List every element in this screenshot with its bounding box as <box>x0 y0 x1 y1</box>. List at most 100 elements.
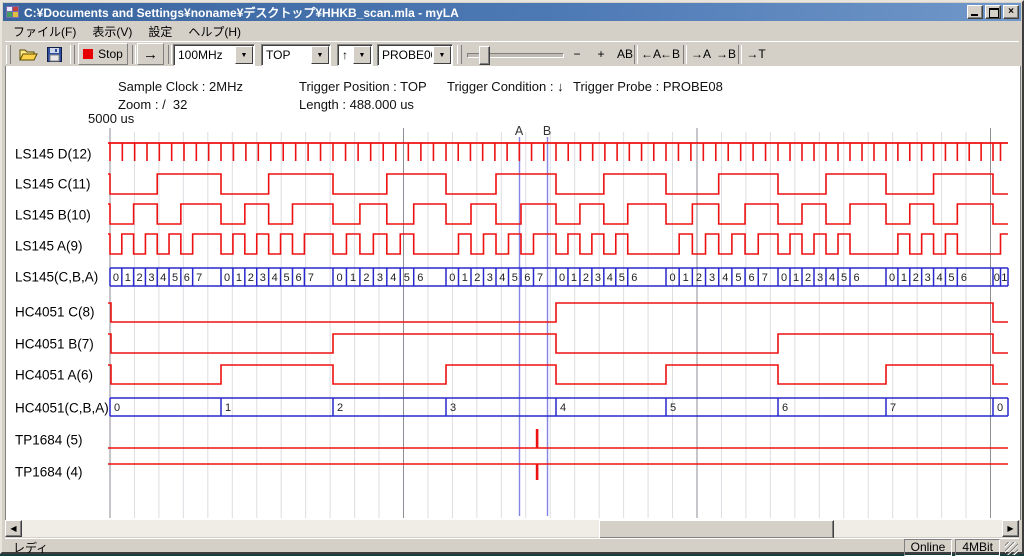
tp1684-5-pulse <box>536 429 539 448</box>
bus-ls145-value: 6 <box>524 272 530 284</box>
cursor-a-label: A <box>515 124 524 138</box>
trigger-edge-combo[interactable]: ↑ ▼ <box>337 44 373 66</box>
bus-ls145-value: 3 <box>925 272 931 284</box>
bus-ls145-value: 3 <box>595 272 601 284</box>
close-button[interactable]: × <box>1003 5 1019 19</box>
toolbar-separator <box>168 45 172 64</box>
resize-grip[interactable] <box>1005 542 1018 555</box>
set-cursor-a-button[interactable]: →A <box>688 43 714 65</box>
bus-ls145-value: 0 <box>559 272 565 284</box>
scroll-left-icon: ◀ <box>10 524 16 533</box>
goto-cursor-b-button[interactable]: ←B <box>657 43 683 65</box>
signal-label: HC4051(C,B,A) <box>15 401 109 416</box>
trigger-probe-combo[interactable]: PROBE00 ▼ <box>377 44 453 66</box>
bus-ls145-value: 1 <box>1001 272 1007 284</box>
toolbar-grip[interactable] <box>70 45 75 64</box>
bus-ls145-value: 2 <box>805 272 811 284</box>
horizontal-scrollbar[interactable]: ◀ ▶ <box>5 520 1019 537</box>
bus-ls145-value: 2 <box>137 272 143 284</box>
bus-ls145-value: 4 <box>160 272 166 284</box>
bus-ls145-value: 0 <box>113 272 119 284</box>
zoom-in-button[interactable]: + <box>591 43 611 65</box>
dropdown-arrow-icon[interactable]: ▼ <box>235 46 253 64</box>
bus-hc4051-value: 4 <box>560 402 566 414</box>
bus-hc4051-value: 5 <box>670 402 676 414</box>
trigger-position-value: TOP <box>262 48 310 62</box>
tp1684-4-pulse <box>536 464 539 480</box>
run-arrow-icon: → <box>143 46 158 63</box>
bus-hc4051-value: 0 <box>114 402 120 414</box>
bus-ls145-value: 4 <box>607 272 613 284</box>
bus-ls145-value: 6 <box>417 272 423 284</box>
scroll-left-button[interactable]: ◀ <box>5 520 22 537</box>
menu-settings[interactable]: 設定 <box>140 21 180 43</box>
bus-ls145-value: 6 <box>854 272 860 284</box>
dropdown-arrow-icon[interactable]: ▼ <box>433 46 451 64</box>
open-folder-icon <box>19 47 38 62</box>
trigger-position-combo[interactable]: TOP ▼ <box>261 44 331 66</box>
floppy-disk-icon <box>47 47 62 62</box>
goto-trigger-button[interactable]: →T <box>743 43 769 65</box>
sample-clock-combo[interactable]: 100MHz ▼ <box>173 44 255 66</box>
bus-ls145-value: 1 <box>462 272 468 284</box>
signal-label: LS145 C(11) <box>15 177 91 192</box>
bus-ls145-value: 0 <box>224 272 230 284</box>
save-file-button[interactable] <box>42 43 66 65</box>
signal-label: TP1684 (5) <box>15 433 83 448</box>
dropdown-arrow-icon[interactable]: ▼ <box>353 46 371 64</box>
bus-ls145-value: 7 <box>762 272 768 284</box>
toolbar-separator <box>738 45 742 64</box>
bus-ls145-value: 0 <box>449 272 455 284</box>
bus-ls145-value: 2 <box>363 272 369 284</box>
menu-file[interactable]: ファイル(F) <box>5 21 84 43</box>
open-file-button[interactable] <box>16 43 40 65</box>
trigger-edge-value: ↑ <box>338 48 352 62</box>
bus-ls145-value: 7 <box>308 272 314 284</box>
stop-button[interactable]: Stop <box>78 43 128 65</box>
cursor-b-label: B <box>543 124 551 138</box>
run-button[interactable]: → <box>137 43 164 65</box>
minimize-button[interactable] <box>967 5 983 19</box>
bus-ls145-value: 2 <box>913 272 919 284</box>
bus-ls145-value: 1 <box>901 272 907 284</box>
signal-label: LS145 B(10) <box>15 208 91 223</box>
toolbar-grip[interactable] <box>6 45 11 64</box>
trigger-probe-value: PROBE00 <box>378 48 432 62</box>
scroll-right-button[interactable]: ▶ <box>1002 520 1019 537</box>
bus-ls145-value: 4 <box>272 272 278 284</box>
bus-ls145-value: 6 <box>749 272 755 284</box>
maximize-button[interactable] <box>985 5 1001 19</box>
status-online-panel: Online <box>904 539 953 556</box>
bus-ls145-value: 3 <box>817 272 823 284</box>
menu-help[interactable]: ヘルプ(H) <box>180 21 249 43</box>
dropdown-arrow-icon[interactable]: ▼ <box>311 46 329 64</box>
toolbar-separator <box>683 45 687 64</box>
zoom-slider-thumb[interactable] <box>479 46 490 65</box>
bus-ls145-value: 6 <box>961 272 967 284</box>
bus-ls145-value: 4 <box>937 272 943 284</box>
bus-hc4051-value: 3 <box>450 402 456 414</box>
bus-ls145-value: 3 <box>148 272 154 284</box>
bus-ls145-value: 4 <box>390 272 396 284</box>
title-bar: C:¥Documents and Settings¥noname¥デスクトップ¥… <box>3 3 1021 21</box>
toolbar-grip[interactable] <box>457 45 462 64</box>
waveform-hc4051-b <box>108 334 1008 353</box>
bus-ls145-value: 2 <box>474 272 480 284</box>
bus-hc4051-value: 6 <box>782 402 788 414</box>
signal-label: HC4051 C(8) <box>15 305 95 320</box>
menu-view[interactable]: 表示(V) <box>84 21 140 43</box>
bus-ls145-value: 5 <box>619 272 625 284</box>
bus-ls145-value: 7 <box>196 272 202 284</box>
status-bar: レディ Online 4MBit <box>5 538 1019 555</box>
bus-hc4051-value: 0 <box>997 402 1003 414</box>
set-cursor-b-button[interactable]: →B <box>713 43 739 65</box>
zoom-out-button[interactable]: − <box>567 43 587 65</box>
scrollbar-thumb[interactable] <box>599 520 834 539</box>
bus-ls145-value: 5 <box>735 272 741 284</box>
bus-ls145-value: 0 <box>889 272 895 284</box>
bus-ls145-value: 1 <box>793 272 799 284</box>
bus-ls145-value: 1 <box>236 272 242 284</box>
waveform-hc4051-a <box>108 365 1008 384</box>
bus-hc4051-value: 2 <box>337 402 343 414</box>
waveform-ls145-a <box>108 234 1008 254</box>
